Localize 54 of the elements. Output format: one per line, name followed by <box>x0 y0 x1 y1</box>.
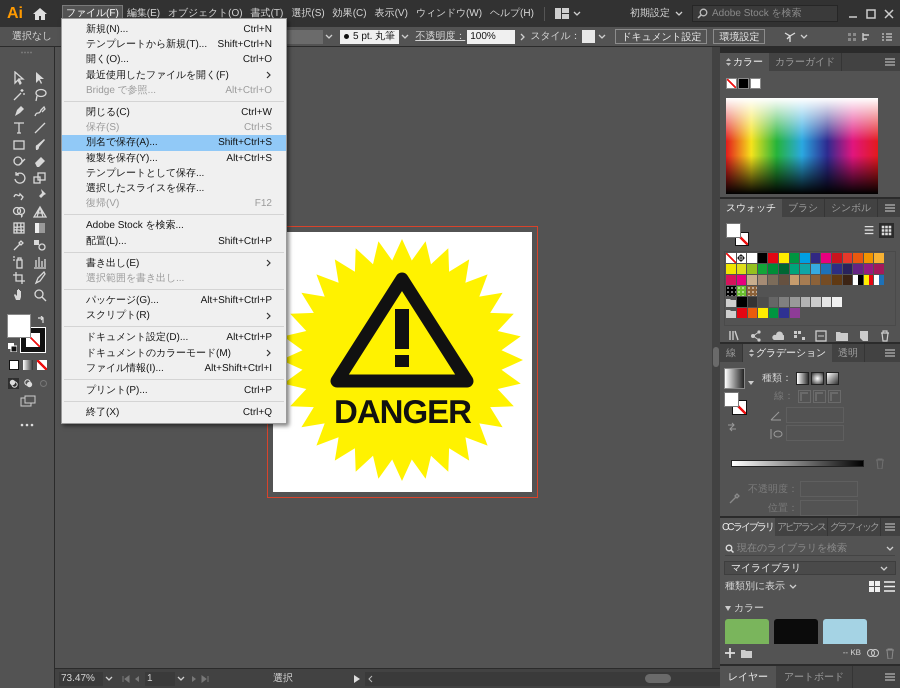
panel-tab[interactable]: グラフィック <box>828 518 882 536</box>
brush-dropdown[interactable]: 5 pt. 丸筆 <box>340 30 400 44</box>
menu-item[interactable]: テンプレートとして保存... <box>62 166 286 181</box>
panel-tab[interactable]: アピアランス <box>775 518 828 536</box>
style-label: スタイル： <box>530 30 580 44</box>
type-label: 種類： <box>762 372 792 386</box>
menu-item[interactable]: Adobe Stock を検索... <box>62 218 286 234</box>
menu-item[interactable]: オブジェクト(O) <box>164 4 247 22</box>
menu-item[interactable]: 終了(X) Ctrl+Q <box>62 405 286 420</box>
panel-tab[interactable]: スウォッチ <box>720 199 782 217</box>
menu-item[interactable]: 閉じる(C) Ctrl+W <box>62 104 286 120</box>
brush-label: 5 pt. 丸筆 <box>353 30 396 44</box>
storage-size-label: -- KB <box>842 647 861 659</box>
zoom-field[interactable]: 73.47% <box>59 672 103 686</box>
menu-item[interactable]: ヘルプ(H) <box>486 4 538 22</box>
toolbar-button[interactable]: ドキュメント設定 <box>615 29 708 44</box>
menu-item[interactable]: 書式(T) <box>246 4 288 22</box>
danger-label: DANGER <box>332 392 472 432</box>
menu-item[interactable]: 新規(N)... Ctrl+N <box>62 22 286 38</box>
artboard-number-field[interactable]: 1 <box>145 672 175 686</box>
menu-item[interactable]: 複製を保存(Y)... Alt+Ctrl+S <box>62 150 286 166</box>
panel-tab[interactable]: CC ライブラリ <box>720 518 776 536</box>
menu-item[interactable]: テンプレートから新規(T)... Shift+Ctrl+N <box>62 37 286 52</box>
current-tool-label: 選択 <box>272 672 294 686</box>
menu-item[interactable]: 書き出し(E) <box>62 256 286 271</box>
menu-item[interactable]: ウィンドウ(W) <box>412 4 486 22</box>
menu-item[interactable]: 選択したスライスを保存... <box>62 180 286 196</box>
toolbar-button[interactable]: 環境設定 <box>713 29 766 44</box>
menu-item[interactable]: ファイル情報(I)... Alt+Shift+Ctrl+I <box>62 360 286 376</box>
opacity-field[interactable]: 100% <box>467 30 516 44</box>
menu-item[interactable]: スクリプト(R) <box>62 308 286 324</box>
menu-item[interactable]: 配置(L)... Shift+Ctrl+P <box>62 233 286 249</box>
library-dropdown[interactable]: マイライブラリ <box>724 561 896 575</box>
menu-item[interactable]: プリント(P)... Ctrl+P <box>62 382 286 398</box>
section-header[interactable]: カラー <box>734 601 764 616</box>
search-field[interactable]: Adobe Stock を検索 <box>692 5 838 22</box>
panel-tab[interactable]: グラデーション <box>743 344 832 362</box>
menu-item[interactable]: ドキュメント設定(D)... Alt+Ctrl+P <box>62 330 286 346</box>
menu-item[interactable]: 表示(V) <box>370 4 412 22</box>
menu-item[interactable]: 選択(S) <box>287 4 329 22</box>
menu-item[interactable]: 効果(C) <box>328 4 371 22</box>
menu-item[interactable]: ドキュメントのカラーモード(M) <box>62 346 286 361</box>
opacity-label: 不透明度： <box>415 30 466 44</box>
view-by-dropdown[interactable]: 種類別に表示 <box>725 578 785 594</box>
menu-item[interactable]: パッケージ(G)... Alt+Shift+Ctrl+P <box>62 293 286 308</box>
menu-item[interactable]: 別名で保存(A)... Shift+Ctrl+S <box>62 135 286 150</box>
selection-status: 選択なし <box>12 30 52 44</box>
menu-item[interactable]: 最近使用したファイルを開く(F) <box>62 68 286 83</box>
menu-item[interactable]: 開く(O)... Ctrl+O <box>62 52 286 68</box>
app-logo: Ai <box>6 4 24 24</box>
menu-item[interactable]: 編集(E) <box>122 4 164 22</box>
workspace-switcher[interactable]: 初期設定 <box>630 6 670 21</box>
panel-tab[interactable]: レイヤー <box>720 666 776 688</box>
panel-tab[interactable]: カラー <box>720 53 769 71</box>
